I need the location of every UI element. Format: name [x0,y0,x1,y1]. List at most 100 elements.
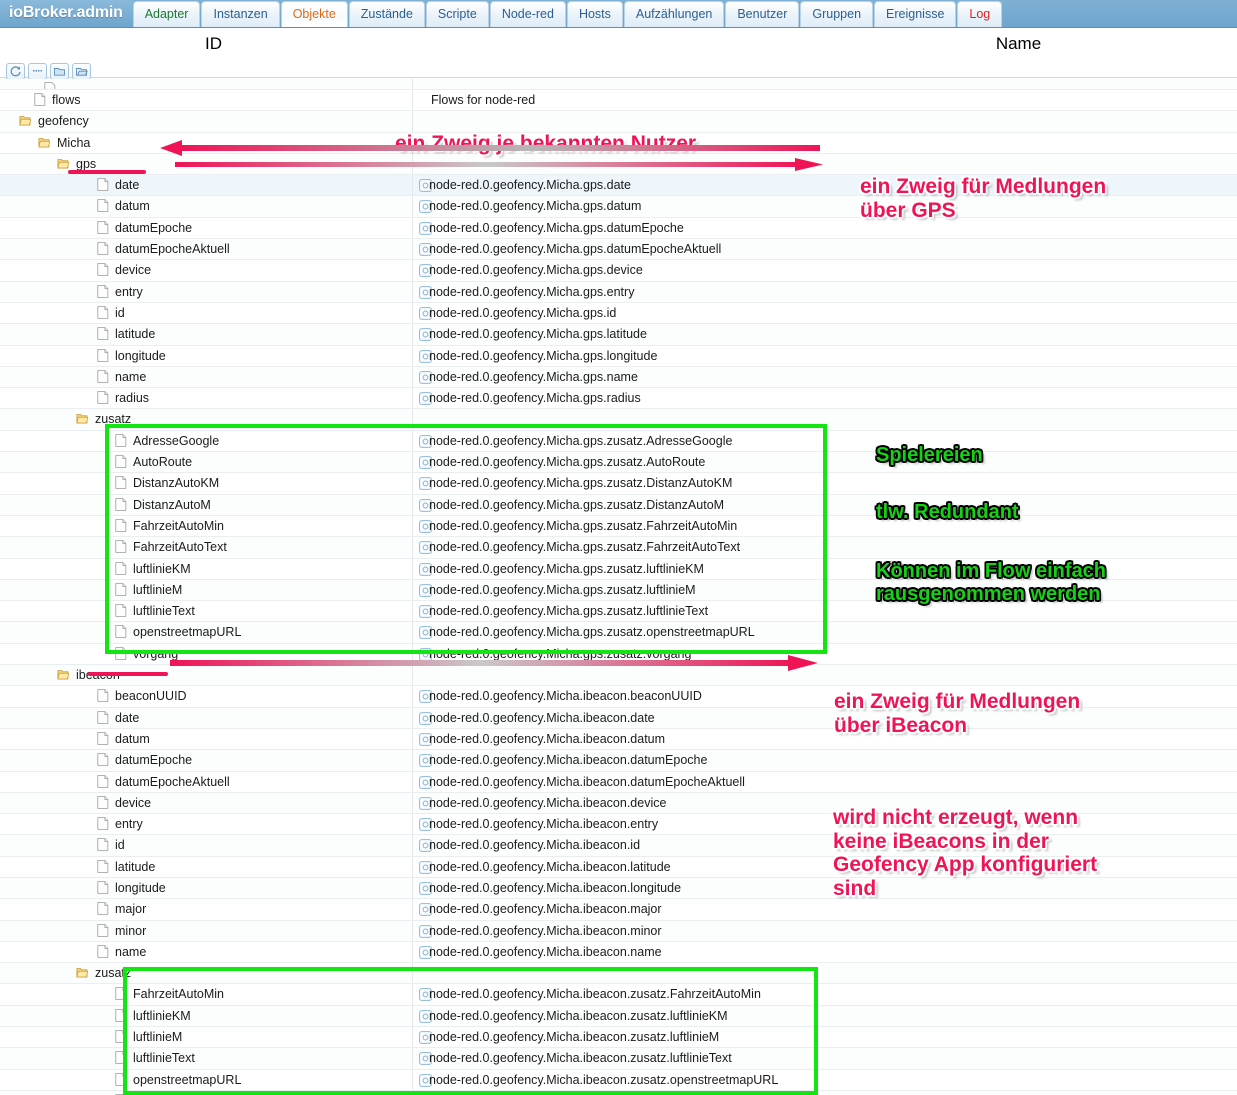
tree-row[interactable]: FahrzeitAutoMin node-red.0.geofency.Micha… [0,515,1237,538]
tab-gruppen[interactable]: Gruppen [800,1,874,27]
tree-cell-id: name [0,942,412,962]
tree-row[interactable]: datum node-red.0.geofency.Micha.gps.datum [0,196,1237,218]
tree-row[interactable]: gps [0,153,1237,176]
tree-row[interactable]: luftlinieText node-red.0.geofency.Micha.g… [0,601,1237,623]
tab-scripte[interactable]: Scripte [425,1,489,27]
tree-row[interactable]: AdresseGoogle node-red.0.geofency.Micha.g… [0,430,1237,453]
tree-row[interactable]: DistanzAutoKM node-red.0.geofency.Micha.g… [0,473,1237,495]
object-id-text: node-red.0.geofency.Micha.ibeacon.date [429,710,655,725]
tree-row[interactable]: latitude node-red.0.geofency.Micha.gps.la… [0,324,1237,346]
document-icon [97,945,109,958]
tree-row[interactable]: entry node-red.0.geofency.Micha.ibeacon.e… [0,814,1237,836]
tab-instanzen[interactable]: Instanzen [201,1,280,27]
tree-row[interactable]: datumEpoche node-red.0.geofency.Micha.ibe… [0,750,1237,772]
tree-cell-id: radius [0,388,412,408]
tab-aufz-hlungen[interactable]: Aufzählungen [623,1,725,27]
object-id-text: node-red.0.geofency.Micha.gps.zusatz.luf… [429,561,704,576]
app-window: ioBroker.admin Adapter Instanzen Objekte Zu… [0,0,1237,1095]
tree-item-label: Micha [57,135,91,150]
folder-icon [57,670,69,680]
tree-row[interactable]: date node-red.0.geofency.Micha.gps.date [0,175,1237,197]
tree-row[interactable]: Micha [0,132,1237,154]
tree-row[interactable]: vorgang node-red.0.geofency.Micha.gps.zus… [0,643,1237,666]
tree-cell-name: node-red.0.geofency.Micha.gps.zusatz.luf… [417,559,1237,579]
tab-benutzer[interactable]: Benutzer [725,1,800,27]
tree-row[interactable]: latitude node-red.0.geofency.Micha.ibeaco… [0,856,1237,878]
tree-row[interactable]: device node-red.0.geofency.Micha.ibeacon.… [0,792,1237,815]
tree-row[interactable]: openstreetmapURL node-red.0.geofency.Mich… [0,1069,1237,1091]
tree-cell-id: DistanzAutoKM [0,473,412,493]
tab-node-red[interactable]: Node-red [489,1,566,27]
tree-row[interactable]: major node-red.0.geofency.Micha.ibeacon.m… [0,899,1237,921]
tree-row[interactable]: id node-red.0.geofency.Micha.ibeacon.id [0,835,1237,857]
tab-hosts[interactable]: Hosts [566,1,623,27]
object-id-text: node-red.0.geofency.Micha.ibeacon.datum [429,731,666,746]
tree-row[interactable]: device node-red.0.geofency.Micha.gps.devi… [0,260,1237,282]
tree-row[interactable]: luftlinieKM node-red.0.geofency.Micha.ibe… [0,1005,1237,1028]
tree-row[interactable]: luftlinieKM node-red.0.geofency.Micha.gps… [0,558,1237,580]
tree-row[interactable]: zusatz [0,409,1237,431]
object-id-text: node-red.0.geofency.Micha.ibeacon.zusatz… [429,1030,720,1045]
tree-row[interactable]: longitude node-red.0.geofency.Micha.ibeac… [0,877,1237,900]
tree-row[interactable]: datumEpoche node-red.0.geofency.Micha.gps… [0,217,1237,240]
tree-item-label: AutoRoute [133,455,193,470]
tree-row[interactable]: vorgang node-red.0.geofency.Micha.ibeacon… [0,1090,1237,1095]
tree-row[interactable]: id node-red.0.geofency.Micha.gps.id [0,302,1237,325]
folder-expand-button[interactable] [72,63,91,80]
tab-zust-nde[interactable]: Zustände [348,1,425,27]
tree-row[interactable]: FahrzeitAutoMin node-red.0.geofency.Micha… [0,984,1237,1006]
tree-item-label: datumEpocheAktuell [115,242,230,257]
tree-row[interactable]: flows Flows for node-red [0,90,1237,112]
tree-row[interactable]: date node-red.0.geofency.Micha.ibeacon.da… [0,707,1237,729]
tree-row[interactable]: geofency [0,111,1237,133]
tree-cell-id: longitude [0,878,412,898]
tree-row[interactable]: zusatz [0,963,1237,985]
tree-row[interactable]: datumEpocheAktuell node-red.0.geofency.Mi… [0,771,1237,793]
document-icon [97,923,109,937]
tree-row[interactable]: minor node-red.0.geofency.Micha.ibeacon.m… [0,920,1237,942]
tab-ereignisse[interactable]: Ereignisse [874,1,957,27]
document-icon [97,817,109,830]
document-icon [115,519,127,532]
tree-cell-name: node-red.0.geofency.Micha.gps.zusatz.luf… [417,580,1237,600]
tree-row[interactable]: beaconUUID node-red.0.geofency.Micha.ibea… [0,686,1237,708]
tree-row[interactable]: name node-red.0.geofency.Micha.ibeacon.na… [0,941,1237,964]
tree-cell-name: node-red.0.geofency.Micha.gps.radius [417,388,1237,408]
tree-row[interactable]: entry node-red.0.geofency.Micha.gps.entry [0,281,1237,303]
tree-row[interactable]: radius node-red.0.geofency.Micha.gps.radi… [0,388,1237,410]
tree-row[interactable]: datumEpocheAktuell node-red.0.geofency.Mi… [0,239,1237,261]
tree-row[interactable]: FahrzeitAutoText node-red.0.geofency.Mich… [0,537,1237,559]
tree-row[interactable]: datum node-red.0.geofency.Micha.ibeacon.d… [0,728,1237,751]
tree-row[interactable]: luftlinieM node-red.0.geofency.Micha.gps.… [0,579,1237,602]
document-icon [115,497,127,511]
document-icon [97,753,109,766]
tree-row[interactable] [0,79,1237,90]
tree-row[interactable]: AutoRoute node-red.0.geofency.Micha.gps.z… [0,452,1237,474]
tree-row[interactable]: openstreetmapURL node-red.0.geofency.Mich… [0,622,1237,644]
refresh-button[interactable] [6,63,25,80]
collapse-all-button[interactable] [28,63,47,80]
tree-item-label: DistanzAutoM [133,497,211,512]
document-icon [115,625,127,639]
folder-collapse-button[interactable] [50,63,69,80]
document-icon [97,859,109,873]
tree-row[interactable]: ibeacon [0,665,1237,687]
tree-item-label: vorgang [133,646,179,661]
tree-cell-name: node-red.0.geofency.Micha.ibeacon.major [417,899,1237,919]
tree-item-label: FahrzeitAutoMin [133,518,225,533]
tab-adapter[interactable]: Adapter [132,1,201,27]
object-tree[interactable]: flows Flows for node-red geofency Micha gps d… [0,79,1237,1095]
tab-log[interactable]: Log [957,1,1003,27]
tree-item-label: latitude [115,859,156,874]
tree-row[interactable]: luftlinieM node-red.0.geofency.Micha.ibea… [0,1027,1237,1049]
tree-item-label: radius [115,391,150,406]
tree-cell-name: node-red.0.geofency.Micha.ibeacon.latitu… [417,857,1237,877]
tree-row[interactable]: name node-red.0.geofency.Micha.gps.name [0,366,1237,389]
tab-objekte[interactable]: Objekte [280,1,348,27]
tree-row[interactable]: longitude node-red.0.geofency.Micha.gps.l… [0,345,1237,367]
tree-cell-name: node-red.0.geofency.Micha.gps.zusatz.vor… [417,644,1237,664]
tree-row[interactable]: DistanzAutoM node-red.0.geofency.Micha.gp… [0,494,1237,516]
tree-cell-id: date [0,175,412,195]
tree-row[interactable]: luftlinieText node-red.0.geofency.Micha.i… [0,1048,1237,1070]
object-name-text: Flows for node-red [431,93,536,107]
